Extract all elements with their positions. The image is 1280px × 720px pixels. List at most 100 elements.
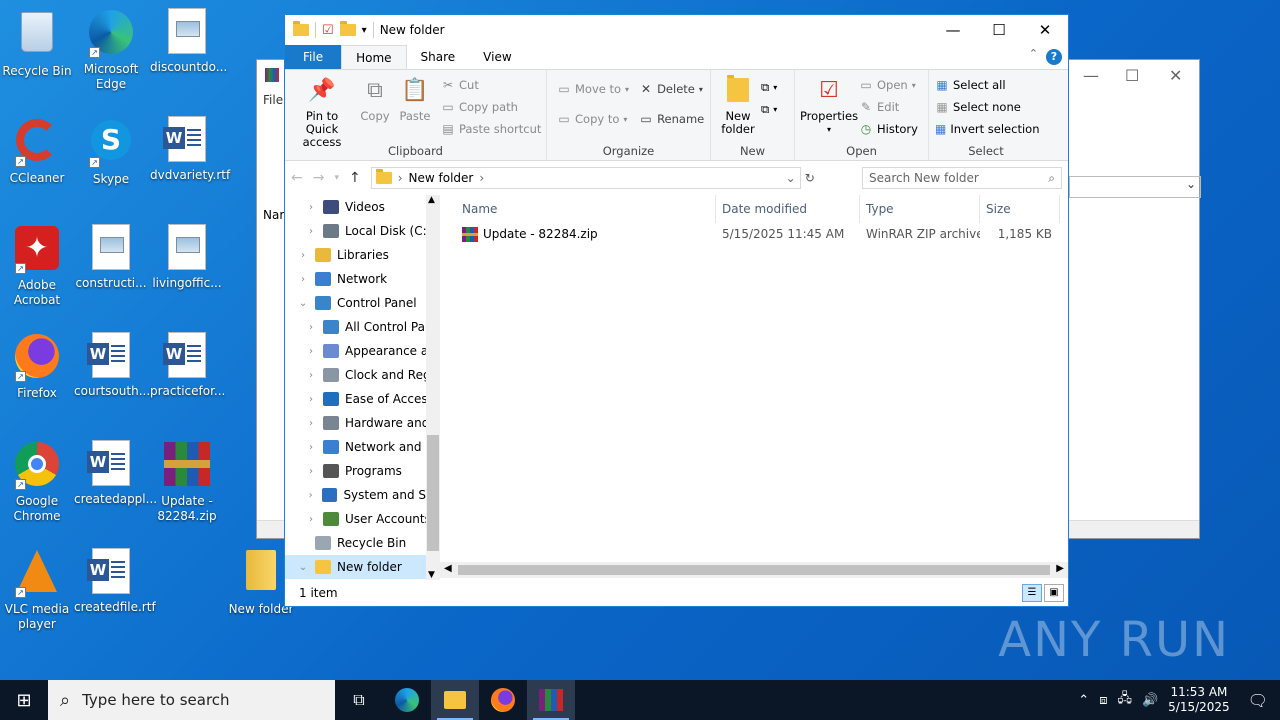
up-icon[interactable]: ↑ bbox=[349, 170, 361, 186]
chevron-right-icon[interactable]: › bbox=[305, 418, 317, 429]
nav-item[interactable]: › System and Sec bbox=[285, 483, 440, 507]
volume-icon[interactable]: 🔊 bbox=[1142, 693, 1158, 708]
close-icon[interactable]: ✕ bbox=[1169, 66, 1182, 85]
show-hidden-icons-icon[interactable]: ⌃ bbox=[1078, 693, 1089, 708]
history-button[interactable]: ◷ History bbox=[859, 118, 918, 140]
open-button[interactable]: ▭ Open ▾ bbox=[859, 74, 918, 96]
large-icons-view-icon[interactable]: ▣ bbox=[1044, 584, 1064, 602]
address-bar[interactable]: › New folder › ⌄ bbox=[370, 167, 801, 189]
maximize-button[interactable]: ☐ bbox=[976, 15, 1022, 45]
file-list[interactable]: Name Date modified Type Size Update - 82… bbox=[440, 195, 1068, 580]
cut-button[interactable]: ✂ Cut bbox=[441, 74, 541, 96]
scroll-up-icon[interactable]: ▲ bbox=[428, 195, 435, 205]
chevron-down-icon[interactable]: ⌄ bbox=[297, 298, 309, 309]
column-size[interactable]: Size bbox=[980, 195, 1060, 223]
tab-home[interactable]: Home bbox=[341, 45, 407, 69]
desktop-icon-createdappl[interactable]: W createdappl... bbox=[74, 440, 157, 507]
clock[interactable]: 11:53 AM 5/15/2025 bbox=[1168, 685, 1230, 715]
chevron-right-icon[interactable]: › bbox=[305, 322, 317, 333]
file-row[interactable]: Update - 82284.zip 5/15/2025 11:45 AM Wi… bbox=[440, 223, 1068, 245]
chevron-right-icon[interactable]: › bbox=[305, 394, 317, 405]
copy-to-button[interactable]: ▭ Copy to ▾ bbox=[557, 104, 629, 134]
delete-button[interactable]: ✕ Delete ▾ bbox=[639, 74, 704, 104]
nav-item[interactable]: › All Control Par bbox=[285, 315, 440, 339]
chevron-right-icon[interactable]: › bbox=[297, 274, 309, 285]
scroll-down-icon[interactable]: ▼ bbox=[428, 570, 435, 580]
select-none-button[interactable]: ▦ Select none bbox=[935, 96, 1039, 118]
new-folder-quick-icon[interactable] bbox=[339, 21, 356, 36]
desktop-icon-recycle-bin[interactable]: Recycle Bin bbox=[0, 8, 74, 79]
tab-file[interactable]: File bbox=[285, 45, 342, 69]
nav-item[interactable]: Recycle Bin bbox=[285, 531, 440, 555]
copy-path-button[interactable]: ▭ Copy path bbox=[441, 96, 541, 118]
recent-locations-icon[interactable]: ▾ bbox=[334, 173, 339, 183]
taskbar-search-input[interactable]: ⌕ Type here to search bbox=[48, 680, 335, 720]
select-all-button[interactable]: ▦ Select all bbox=[935, 74, 1039, 96]
desktop-icon-skype[interactable]: S ↗ Skype bbox=[74, 116, 148, 187]
chevron-right-icon[interactable]: › bbox=[305, 370, 317, 381]
network-icon[interactable]: 🖧 bbox=[1117, 689, 1132, 711]
chevron-down-icon[interactable]: ⌄ bbox=[297, 562, 309, 573]
details-view-icon[interactable]: ☰ bbox=[1022, 584, 1042, 602]
nav-item[interactable]: › Videos bbox=[285, 195, 440, 219]
desktop-icon-vlc[interactable]: ↗ VLC media player bbox=[0, 548, 74, 632]
address-dropdown-icon[interactable]: ⌄ bbox=[786, 171, 796, 185]
desktop-icon-acrobat[interactable]: ✦ ↗ Adobe Acrobat bbox=[0, 224, 74, 308]
chevron-right-icon[interactable]: › bbox=[305, 346, 317, 357]
horizontal-scrollbar[interactable]: ◀ ▶ bbox=[440, 562, 1068, 578]
nav-item[interactable]: › Network and In bbox=[285, 435, 440, 459]
scroll-thumb[interactable] bbox=[427, 435, 439, 551]
nav-scrollbar[interactable]: ▲ ▼ bbox=[426, 195, 440, 580]
tab-share[interactable]: Share bbox=[407, 45, 470, 69]
nav-item[interactable]: › Ease of Access bbox=[285, 387, 440, 411]
task-view-button[interactable]: ⧉ bbox=[335, 680, 383, 720]
bg-window-address-dropdown[interactable]: ⌄ bbox=[1069, 176, 1201, 198]
desktop-icon-createdfile[interactable]: W createdfile.rtf bbox=[74, 548, 156, 615]
desktop-icon-ccleaner[interactable]: ↗ CCleaner bbox=[0, 116, 74, 186]
desktop-icon-update-zip[interactable]: Update - 82284.zip bbox=[150, 440, 224, 524]
desktop-icon-dvdvariety[interactable]: W dvdvariety.rtf bbox=[150, 116, 230, 183]
scroll-left-icon[interactable]: ◀ bbox=[444, 563, 452, 574]
quick-access-dropdown-icon[interactable]: ▾ bbox=[362, 25, 367, 36]
rename-button[interactable]: ▭ Rename bbox=[639, 104, 704, 134]
column-name[interactable]: Name bbox=[440, 195, 716, 223]
search-input[interactable]: Search New folder ⌕ bbox=[862, 167, 1062, 189]
desktop-icon-courtsouth[interactable]: W courtsouth... bbox=[74, 332, 150, 399]
taskbar-file-explorer[interactable] bbox=[431, 680, 479, 720]
title-bar[interactable]: ☑ ▾ New folder — ☐ ✕ bbox=[285, 15, 1068, 45]
chevron-right-icon[interactable]: › bbox=[305, 442, 317, 453]
help-icon[interactable]: ? bbox=[1046, 49, 1062, 65]
nav-item[interactable]: › Hardware and bbox=[285, 411, 440, 435]
chevron-right-icon[interactable]: › bbox=[305, 490, 316, 501]
nav-item[interactable]: › Network bbox=[285, 267, 440, 291]
desktop-icon-livingoffic[interactable]: livingoffic... bbox=[150, 224, 224, 291]
maximize-icon[interactable]: ☐ bbox=[1125, 66, 1139, 85]
minimize-icon[interactable]: — bbox=[1083, 66, 1099, 85]
nav-item[interactable]: › Local Disk (C:) bbox=[285, 219, 440, 243]
move-to-button[interactable]: ▭ Move to ▾ bbox=[557, 74, 629, 104]
taskbar-edge[interactable] bbox=[383, 680, 431, 720]
close-button[interactable]: ✕ bbox=[1022, 15, 1068, 45]
refresh-icon[interactable]: ↻ bbox=[805, 171, 815, 185]
paste-shortcut-button[interactable]: ▤ Paste shortcut bbox=[441, 118, 541, 140]
nav-item[interactable]: › Programs bbox=[285, 459, 440, 483]
desktop-icon-constructi[interactable]: constructi... bbox=[74, 224, 148, 291]
nav-item[interactable]: › Appearance an bbox=[285, 339, 440, 363]
forward-icon[interactable]: → bbox=[313, 170, 325, 186]
bg-window-file-menu[interactable]: File bbox=[263, 93, 283, 107]
nav-item[interactable]: ⌄ Control Panel bbox=[285, 291, 440, 315]
back-icon[interactable]: ← bbox=[291, 170, 303, 186]
taskbar-firefox[interactable] bbox=[479, 680, 527, 720]
breadcrumb[interactable]: New folder bbox=[409, 171, 474, 185]
desktop-icon-firefox[interactable]: ↗ Firefox bbox=[0, 332, 74, 401]
desktop-icon-practicefor[interactable]: W practicefor... bbox=[150, 332, 225, 399]
collapse-ribbon-icon[interactable]: ⌃ bbox=[1029, 47, 1038, 60]
chevron-right-icon[interactable]: › bbox=[297, 250, 309, 261]
start-button[interactable]: ⊞ bbox=[0, 680, 48, 720]
properties-quick-icon[interactable]: ☑ bbox=[322, 23, 334, 38]
chevron-right-icon[interactable]: › bbox=[305, 226, 317, 237]
nav-item[interactable]: › Libraries bbox=[285, 243, 440, 267]
tab-view[interactable]: View bbox=[469, 45, 525, 69]
desktop-icon-chrome[interactable]: ↗ Google Chrome bbox=[0, 440, 74, 524]
edit-button[interactable]: ✎ Edit bbox=[859, 96, 918, 118]
